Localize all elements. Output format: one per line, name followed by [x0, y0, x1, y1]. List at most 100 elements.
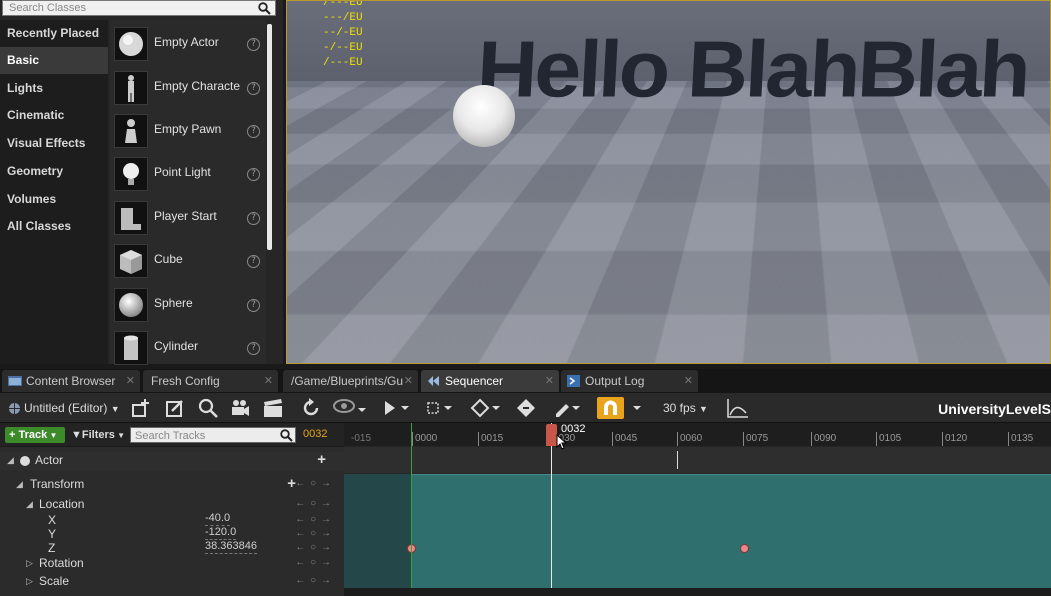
diamond-key-icon	[470, 398, 500, 418]
expand-arrow-icon[interactable]: ▷	[26, 573, 33, 589]
track-row-actor[interactable]: ◢ Actor +	[0, 452, 344, 470]
list-item-empty-actor[interactable]: Empty Actor ?	[110, 23, 266, 65]
place-actors-panel: Recently Placed Basic Lights Cinematic V…	[0, 0, 283, 365]
selection-options-dropdown[interactable]	[425, 397, 455, 419]
close-icon[interactable]: ✕	[545, 370, 554, 392]
class-search-box[interactable]	[2, 0, 276, 16]
help-icon[interactable]: ?	[247, 255, 260, 268]
close-icon[interactable]: ✕	[264, 370, 273, 392]
help-icon[interactable]: ?	[247, 342, 260, 355]
category-all-classes[interactable]: All Classes	[0, 213, 108, 240]
category-volumes[interactable]: Volumes	[0, 186, 108, 213]
level-viewport[interactable]: /---EU ---/EU --/-EU -/--EU /---EU Hello…	[286, 0, 1051, 364]
sphere-thumbnail-icon	[114, 288, 148, 322]
close-icon[interactable]: ✕	[126, 370, 135, 392]
z-value-field[interactable]: 38.363846	[205, 540, 257, 554]
keyframe-0060[interactable]	[740, 544, 749, 553]
playback-options-dropdown[interactable]	[383, 397, 413, 419]
key-all-button[interactable]	[515, 397, 537, 419]
close-icon[interactable]: ✕	[684, 370, 693, 392]
tab-content-browser[interactable]: Content Browser ✕	[2, 370, 140, 392]
transform-section[interactable]	[407, 474, 1051, 588]
snap-toggle-button[interactable]	[597, 397, 624, 419]
search-icon[interactable]	[280, 429, 293, 445]
find-button[interactable]	[197, 397, 219, 419]
track-label: Scale	[39, 574, 70, 588]
track-row-location[interactable]: ◢ Location ← ○ →	[0, 496, 344, 512]
add-actor-icon	[132, 399, 149, 417]
scrollbar-thumb[interactable]	[267, 24, 272, 250]
help-icon[interactable]: ?	[247, 38, 260, 51]
add-actor-button[interactable]	[130, 397, 152, 419]
tab-sequencer[interactable]: Sequencer ✕	[421, 370, 559, 392]
key-nav-arrows[interactable]: ← ○ →	[295, 476, 332, 492]
snap-options-dropdown[interactable]	[630, 397, 644, 419]
close-icon[interactable]: ✕	[404, 370, 413, 392]
track-row-rotation[interactable]: ▷ Rotation ← ○ →	[0, 555, 344, 571]
current-frame-readout[interactable]: 0032	[303, 428, 327, 440]
player-start-thumbnail-icon	[114, 201, 148, 235]
restore-state-button[interactable]	[300, 397, 322, 419]
output-log-icon	[567, 375, 580, 387]
category-cinematic[interactable]: Cinematic	[0, 102, 108, 129]
track-search-input[interactable]	[131, 429, 276, 443]
view-options-dropdown[interactable]	[333, 397, 367, 419]
list-item-empty-pawn[interactable]: Empty Pawn ?	[110, 110, 266, 152]
editor-world-dropdown[interactable]: Untitled (Editor) ▼	[8, 397, 120, 419]
curve-editor-button[interactable]	[726, 397, 750, 419]
tab-output-log[interactable]: Output Log ✕	[561, 370, 698, 392]
collapse-arrow-icon[interactable]: ◢	[7, 452, 14, 468]
list-item-sphere[interactable]: Sphere ?	[110, 284, 266, 326]
playback-start-marker[interactable]	[411, 423, 412, 596]
help-icon[interactable]: ?	[247, 212, 260, 225]
list-item-point-light[interactable]: Point Light ?	[110, 153, 266, 195]
time-ruler[interactable]: -015 0000 0015 0030 0045 0060 0075 0090 …	[344, 423, 1051, 446]
edit-actor-button[interactable]	[164, 397, 186, 419]
class-search-input[interactable]	[3, 1, 253, 15]
help-icon[interactable]: ?	[247, 125, 260, 138]
category-geometry[interactable]: Geometry	[0, 158, 108, 185]
help-icon[interactable]: ?	[247, 299, 260, 312]
expand-arrow-icon[interactable]: ▷	[26, 555, 33, 571]
list-item-cube[interactable]: Cube ?	[110, 240, 266, 282]
camera-button[interactable]	[229, 397, 251, 419]
category-lights[interactable]: Lights	[0, 75, 108, 102]
track-search-box[interactable]	[130, 427, 296, 443]
search-icon[interactable]	[258, 2, 271, 18]
render-movie-button[interactable]	[262, 397, 284, 419]
key-nav-arrows[interactable]: ← ○ →	[295, 496, 332, 512]
empty-actor-thumbnail-icon	[114, 27, 148, 61]
track-row-scale[interactable]: ▷ Scale ← ○ →	[0, 573, 344, 589]
key-nav-arrows[interactable]: ← ○ →	[295, 540, 332, 556]
filters-dropdown[interactable]: ▼Filters ▼	[71, 427, 125, 444]
tab-fresh-config[interactable]: Fresh Config ✕	[143, 370, 278, 392]
collapse-arrow-icon[interactable]: ◢	[16, 476, 23, 492]
stats-line: ---/EU	[323, 12, 363, 24]
add-track-button[interactable]: + Track ▼	[5, 427, 65, 443]
key-nav-arrows[interactable]: ← ○ →	[295, 555, 332, 571]
x-value-field[interactable]: -40.0	[205, 512, 231, 526]
tab-label: Content Browser	[26, 374, 116, 388]
list-item-empty-character[interactable]: Empty Characte ?	[110, 67, 266, 109]
category-basic[interactable]: Basic	[0, 47, 108, 74]
help-icon[interactable]: ?	[247, 168, 260, 181]
track-row-transform[interactable]: ◢ Transform + ← ○ →	[0, 476, 344, 492]
add-subtrack-plus-icon[interactable]: +	[317, 452, 326, 468]
list-item-player-start[interactable]: Player Start ?	[110, 197, 266, 239]
list-item-cylinder[interactable]: Cylinder ?	[110, 327, 266, 369]
category-visual-effects[interactable]: Visual Effects	[0, 130, 108, 157]
edit-mode-dropdown[interactable]	[553, 397, 583, 419]
tab-blueprint-editor[interactable]: /Game/Blueprints/Gu ✕	[283, 370, 418, 392]
collapse-arrow-icon[interactable]: ◢	[26, 496, 33, 512]
fps-dropdown[interactable]: 30 fps ▼	[663, 397, 708, 419]
playhead-line[interactable]	[551, 423, 552, 596]
sequencer-timeline[interactable]: -015 0000 0015 0030 0045 0060 0075 0090 …	[344, 423, 1051, 596]
y-value-field[interactable]: -120.0	[205, 526, 237, 540]
sphere-actor[interactable]	[453, 85, 515, 147]
key-nav-arrows[interactable]: ← ○ →	[295, 573, 332, 589]
key-options-dropdown[interactable]	[470, 397, 504, 419]
category-recently-placed[interactable]: Recently Placed	[0, 20, 108, 47]
help-icon[interactable]: ?	[247, 82, 260, 95]
content-browser-icon	[8, 376, 22, 386]
track-row-z[interactable]: Z 38.363846 ← ○ →	[0, 540, 344, 556]
